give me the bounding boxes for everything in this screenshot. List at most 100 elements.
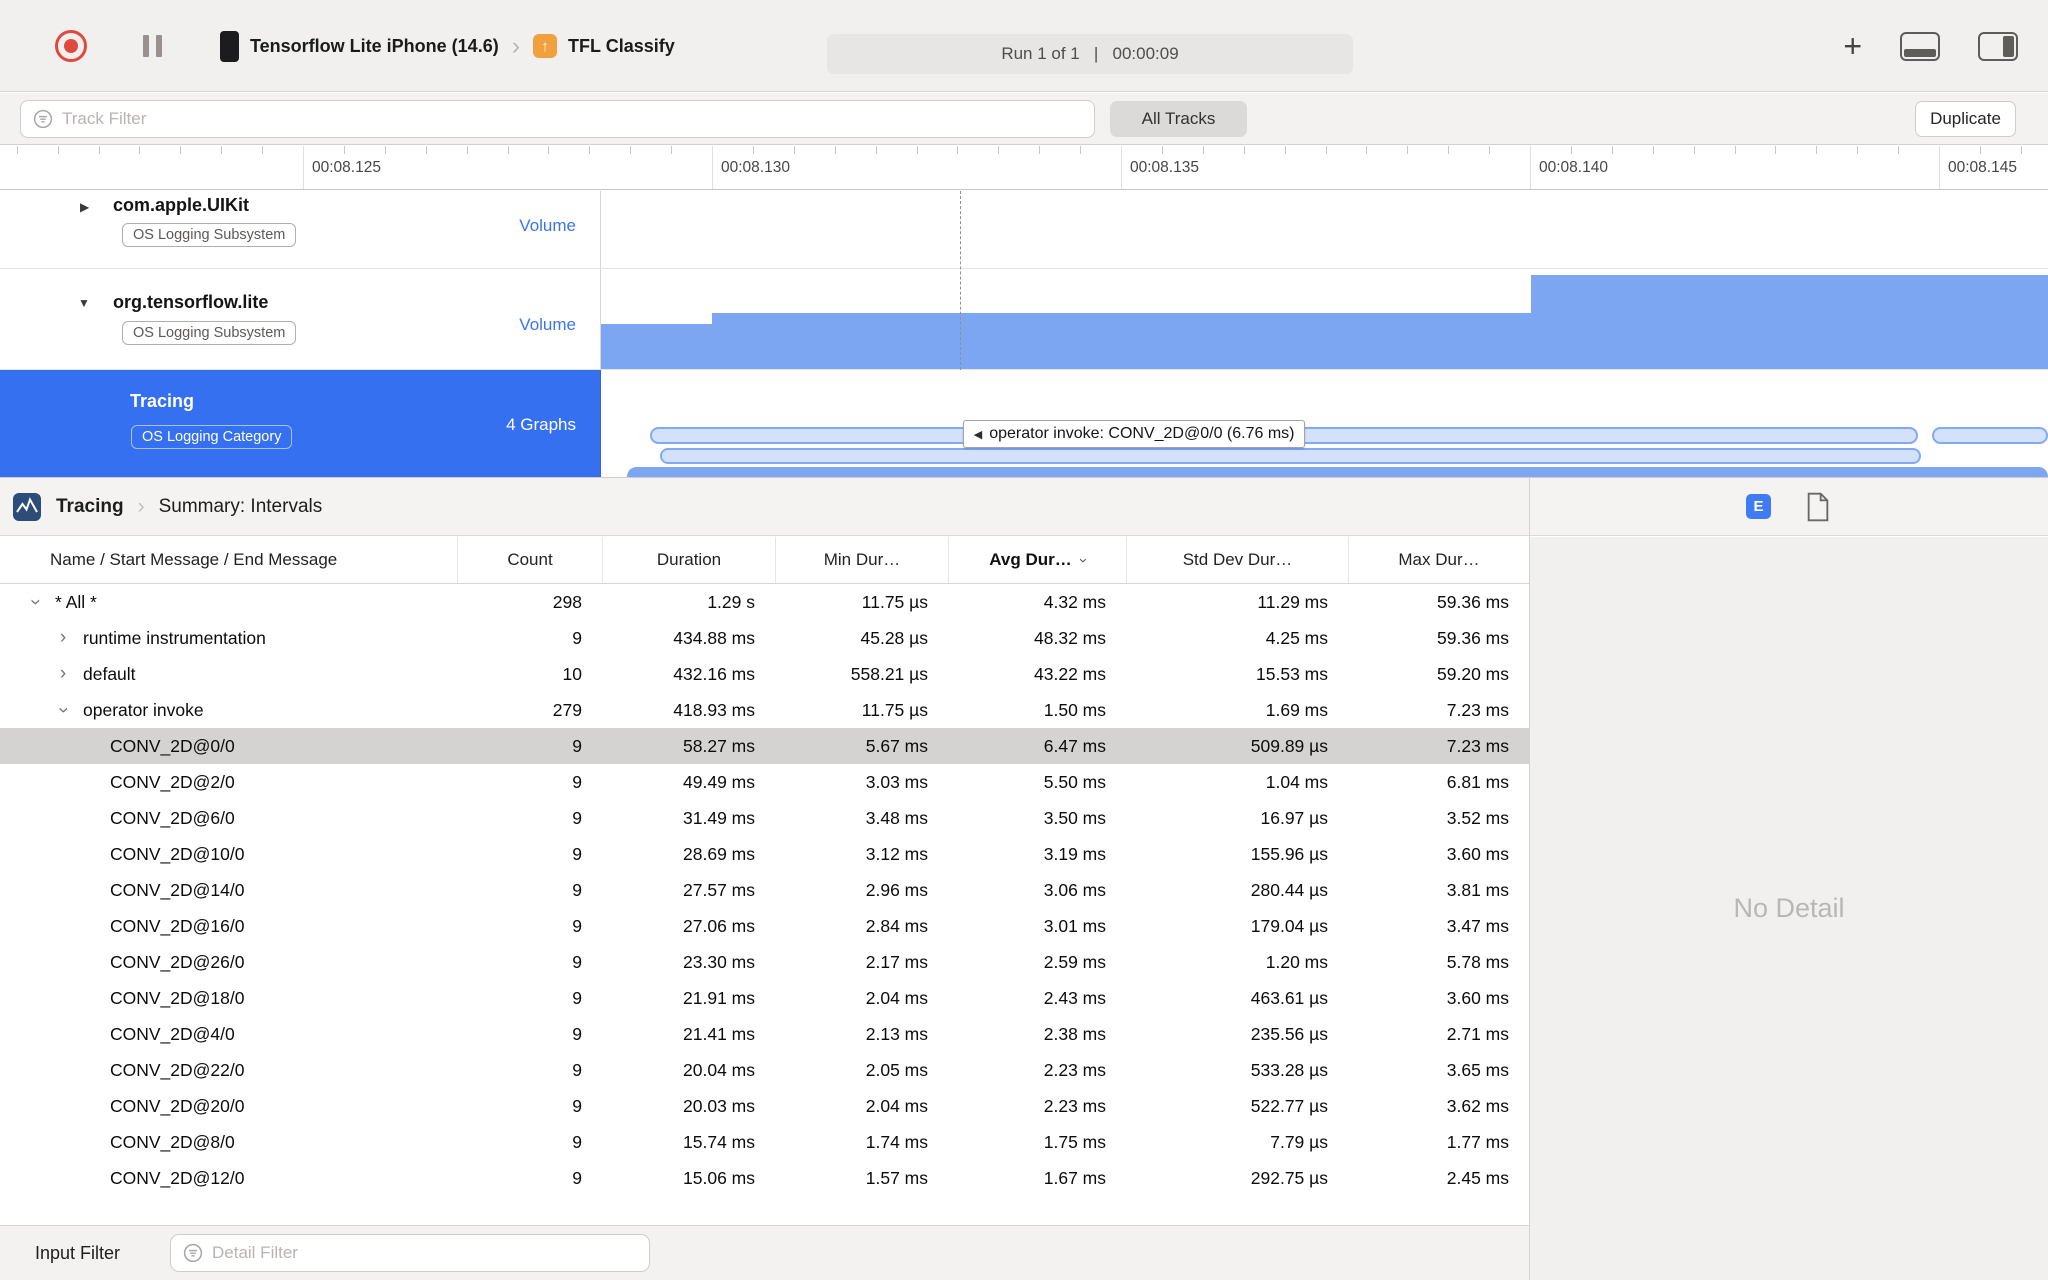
volume-step-bar xyxy=(712,313,1532,369)
row-avg-cell: 6.47 ms xyxy=(1043,735,1106,756)
table-row[interactable]: CONV_2D@16/0 9 27.06 ms 2.84 ms 3.01 ms 179.0… xyxy=(0,908,1529,944)
expert-info-button[interactable]: E xyxy=(1746,494,1771,519)
detail-filter-field[interactable] xyxy=(170,1234,650,1272)
track-header-tflite[interactable]: ▼ org.tensorflow.lite OS Logging Subsyst… xyxy=(0,269,601,369)
breadcrumb-page[interactable]: Summary: Intervals xyxy=(159,496,323,518)
pause-button[interactable] xyxy=(143,35,162,57)
ruler-tick-icon xyxy=(139,146,141,154)
row-label: CONV_2D@6/0 xyxy=(110,807,235,828)
column-header-avg[interactable]: Avg Dur… › xyxy=(948,537,1126,583)
row-min-cell: 1.74 ms xyxy=(865,1131,928,1152)
target-name[interactable]: TFL Classify xyxy=(568,36,675,57)
column-header-stddev[interactable]: Std Dev Dur… xyxy=(1126,537,1348,583)
track-title: com.apple.UIKit xyxy=(113,195,250,215)
track-filter-input[interactable] xyxy=(62,109,1082,129)
ruler-tick-icon xyxy=(343,146,345,154)
ruler-tick-icon xyxy=(425,146,427,154)
row-label: CONV_2D@12/0 xyxy=(110,1167,245,1188)
table-row[interactable]: CONV_2D@22/0 9 20.04 ms 2.05 ms 2.23 ms 533.2… xyxy=(0,1052,1529,1088)
timeline-ruler: 00:08.125 00:08.130 00:08.135 00:08.140 00:0… xyxy=(0,146,2048,190)
row-avg-cell: 2.38 ms xyxy=(1043,1023,1106,1044)
row-count-cell: 10 xyxy=(562,663,582,684)
ruler-tick-icon xyxy=(1448,146,1450,154)
tracing-graph: ◀ operator invoke: CONV_2D@0/0 (6.76 ms) xyxy=(601,370,2048,477)
track-header-tracing[interactable]: Tracing OS Logging Category 4 Graphs xyxy=(0,370,601,477)
ruler-tick-icon xyxy=(57,146,59,154)
column-header-name[interactable]: Name / Start Message / End Message xyxy=(0,537,457,583)
table-row[interactable]: › * All * 298 1.29 s 11.75 µs 4.32 ms 11.29 ms… xyxy=(0,584,1529,620)
playhead-line xyxy=(960,191,961,370)
intervals-table-body: › * All * 298 1.29 s 11.75 µs 4.32 ms 11.29 ms… xyxy=(0,584,1529,1225)
row-duration-cell: 49.49 ms xyxy=(683,771,755,792)
all-tracks-button[interactable]: All Tracks xyxy=(1110,101,1247,137)
row-max-cell: 3.52 ms xyxy=(1446,807,1509,828)
row-max-cell: 2.71 ms xyxy=(1446,1023,1509,1044)
table-row[interactable]: CONV_2D@2/0 9 49.49 ms 3.03 ms 5.50 ms 1.04 m… xyxy=(0,764,1529,800)
table-row[interactable]: CONV_2D@8/0 9 15.74 ms 1.74 ms 1.75 ms 7.79 µ… xyxy=(0,1124,1529,1160)
record-button[interactable] xyxy=(55,30,87,62)
column-header-max[interactable]: Max Dur… xyxy=(1348,537,1529,583)
table-row[interactable]: CONV_2D@18/0 9 21.91 ms 2.04 ms 2.43 ms 463.6… xyxy=(0,980,1529,1016)
disclosure-collapsed-icon[interactable]: ▶ xyxy=(80,200,89,214)
lane-label: Volume xyxy=(519,216,576,235)
row-label: CONV_2D@0/0 xyxy=(110,735,235,756)
ruler-gridline xyxy=(712,146,713,189)
ruler-tick-icon xyxy=(1325,146,1327,154)
column-header-duration[interactable]: Duration xyxy=(602,537,775,583)
ruler-tick-icon xyxy=(180,146,182,154)
table-row[interactable]: › runtime instrumentation 9 434.88 ms 45.28 … xyxy=(0,620,1529,656)
table-row[interactable]: CONV_2D@6/0 9 31.49 ms 3.48 ms 3.50 ms 16.97 … xyxy=(0,800,1529,836)
table-row[interactable]: CONV_2D@14/0 9 27.57 ms 2.96 ms 3.06 ms 280.4… xyxy=(0,872,1529,908)
breadcrumb-instrument[interactable]: Tracing xyxy=(56,496,124,518)
right-pane-toggle-button[interactable] xyxy=(1978,31,2018,61)
bottom-pane-toggle-button[interactable] xyxy=(1900,31,1940,61)
collapse-chevron-icon[interactable]: › xyxy=(24,594,46,610)
volume-graph xyxy=(601,269,2048,369)
row-count-cell: 9 xyxy=(572,735,582,756)
filter-icon xyxy=(183,1243,203,1263)
chevron-right-icon: › xyxy=(137,494,145,518)
ruler-tick-icon xyxy=(1489,146,1491,154)
table-row[interactable]: CONV_2D@20/0 9 20.03 ms 2.04 ms 2.23 ms 522.7… xyxy=(0,1088,1529,1124)
row-duration-cell: 28.69 ms xyxy=(683,843,755,864)
table-row[interactable]: CONV_2D@4/0 9 21.41 ms 2.13 ms 2.38 ms 235.56… xyxy=(0,1016,1529,1052)
table-row[interactable]: CONV_2D@10/0 9 28.69 ms 3.12 ms 3.19 ms 155.9… xyxy=(0,836,1529,872)
column-header-count[interactable]: Count xyxy=(457,537,602,583)
iphone-icon xyxy=(220,30,239,62)
duplicate-button[interactable]: Duplicate xyxy=(1915,101,2016,137)
expand-chevron-icon[interactable]: › xyxy=(55,627,71,649)
table-row[interactable]: CONV_2D@12/0 9 15.06 ms 1.57 ms 1.67 ms 292.7… xyxy=(0,1160,1529,1196)
document-icon[interactable] xyxy=(1806,492,1830,522)
disclosure-expanded-icon[interactable]: ▼ xyxy=(78,296,90,310)
column-header-min[interactable]: Min Dur… xyxy=(775,537,948,583)
expand-chevron-icon[interactable]: › xyxy=(55,663,71,685)
table-row[interactable]: › default 10 432.16 ms 558.21 µs 43.22 ms 15.5… xyxy=(0,656,1529,692)
ruler-tick-icon xyxy=(1652,146,1654,154)
row-count-cell: 298 xyxy=(552,591,582,612)
filter-icon xyxy=(33,109,53,129)
row-avg-cell: 43.22 ms xyxy=(1034,663,1106,684)
ruler-tick-icon xyxy=(16,146,18,154)
table-row[interactable]: › operator invoke 279 418.93 ms 11.75 µs 1.50… xyxy=(0,692,1529,728)
track-header-uikit[interactable]: ▶ com.apple.UIKit OS Logging Subsystem V… xyxy=(0,191,601,268)
table-row[interactable]: CONV_2D@0/0 9 58.27 ms 5.67 ms 6.47 ms 509.89… xyxy=(0,728,1529,764)
row-min-cell: 45.28 µs xyxy=(860,627,929,648)
row-min-cell: 2.05 ms xyxy=(865,1059,928,1080)
ruler-tick-icon xyxy=(1734,146,1736,154)
ruler-tick-icon xyxy=(1979,146,1981,154)
add-instrument-button[interactable]: + xyxy=(1843,30,1862,62)
ruler-tick-icon xyxy=(507,146,509,154)
table-row[interactable]: CONV_2D@26/0 9 23.30 ms 2.17 ms 2.59 ms 1.20 … xyxy=(0,944,1529,980)
row-label: operator invoke xyxy=(83,699,204,720)
row-min-cell: 3.12 ms xyxy=(865,843,928,864)
no-detail-text: No Detail xyxy=(1733,893,1845,923)
collapse-chevron-icon[interactable]: › xyxy=(52,702,74,718)
row-duration-cell: 15.74 ms xyxy=(683,1131,755,1152)
track-tracing: Tracing OS Logging Category 4 Graphs ◀ o… xyxy=(0,370,2048,477)
device-name[interactable]: Tensorflow Lite iPhone (14.6) xyxy=(250,36,499,57)
ruler-tick-icon xyxy=(262,146,264,154)
row-avg-cell: 5.50 ms xyxy=(1043,771,1106,792)
track-filter-field[interactable] xyxy=(20,100,1095,138)
detail-filter-input[interactable] xyxy=(212,1243,637,1263)
row-count-cell: 279 xyxy=(552,699,582,720)
